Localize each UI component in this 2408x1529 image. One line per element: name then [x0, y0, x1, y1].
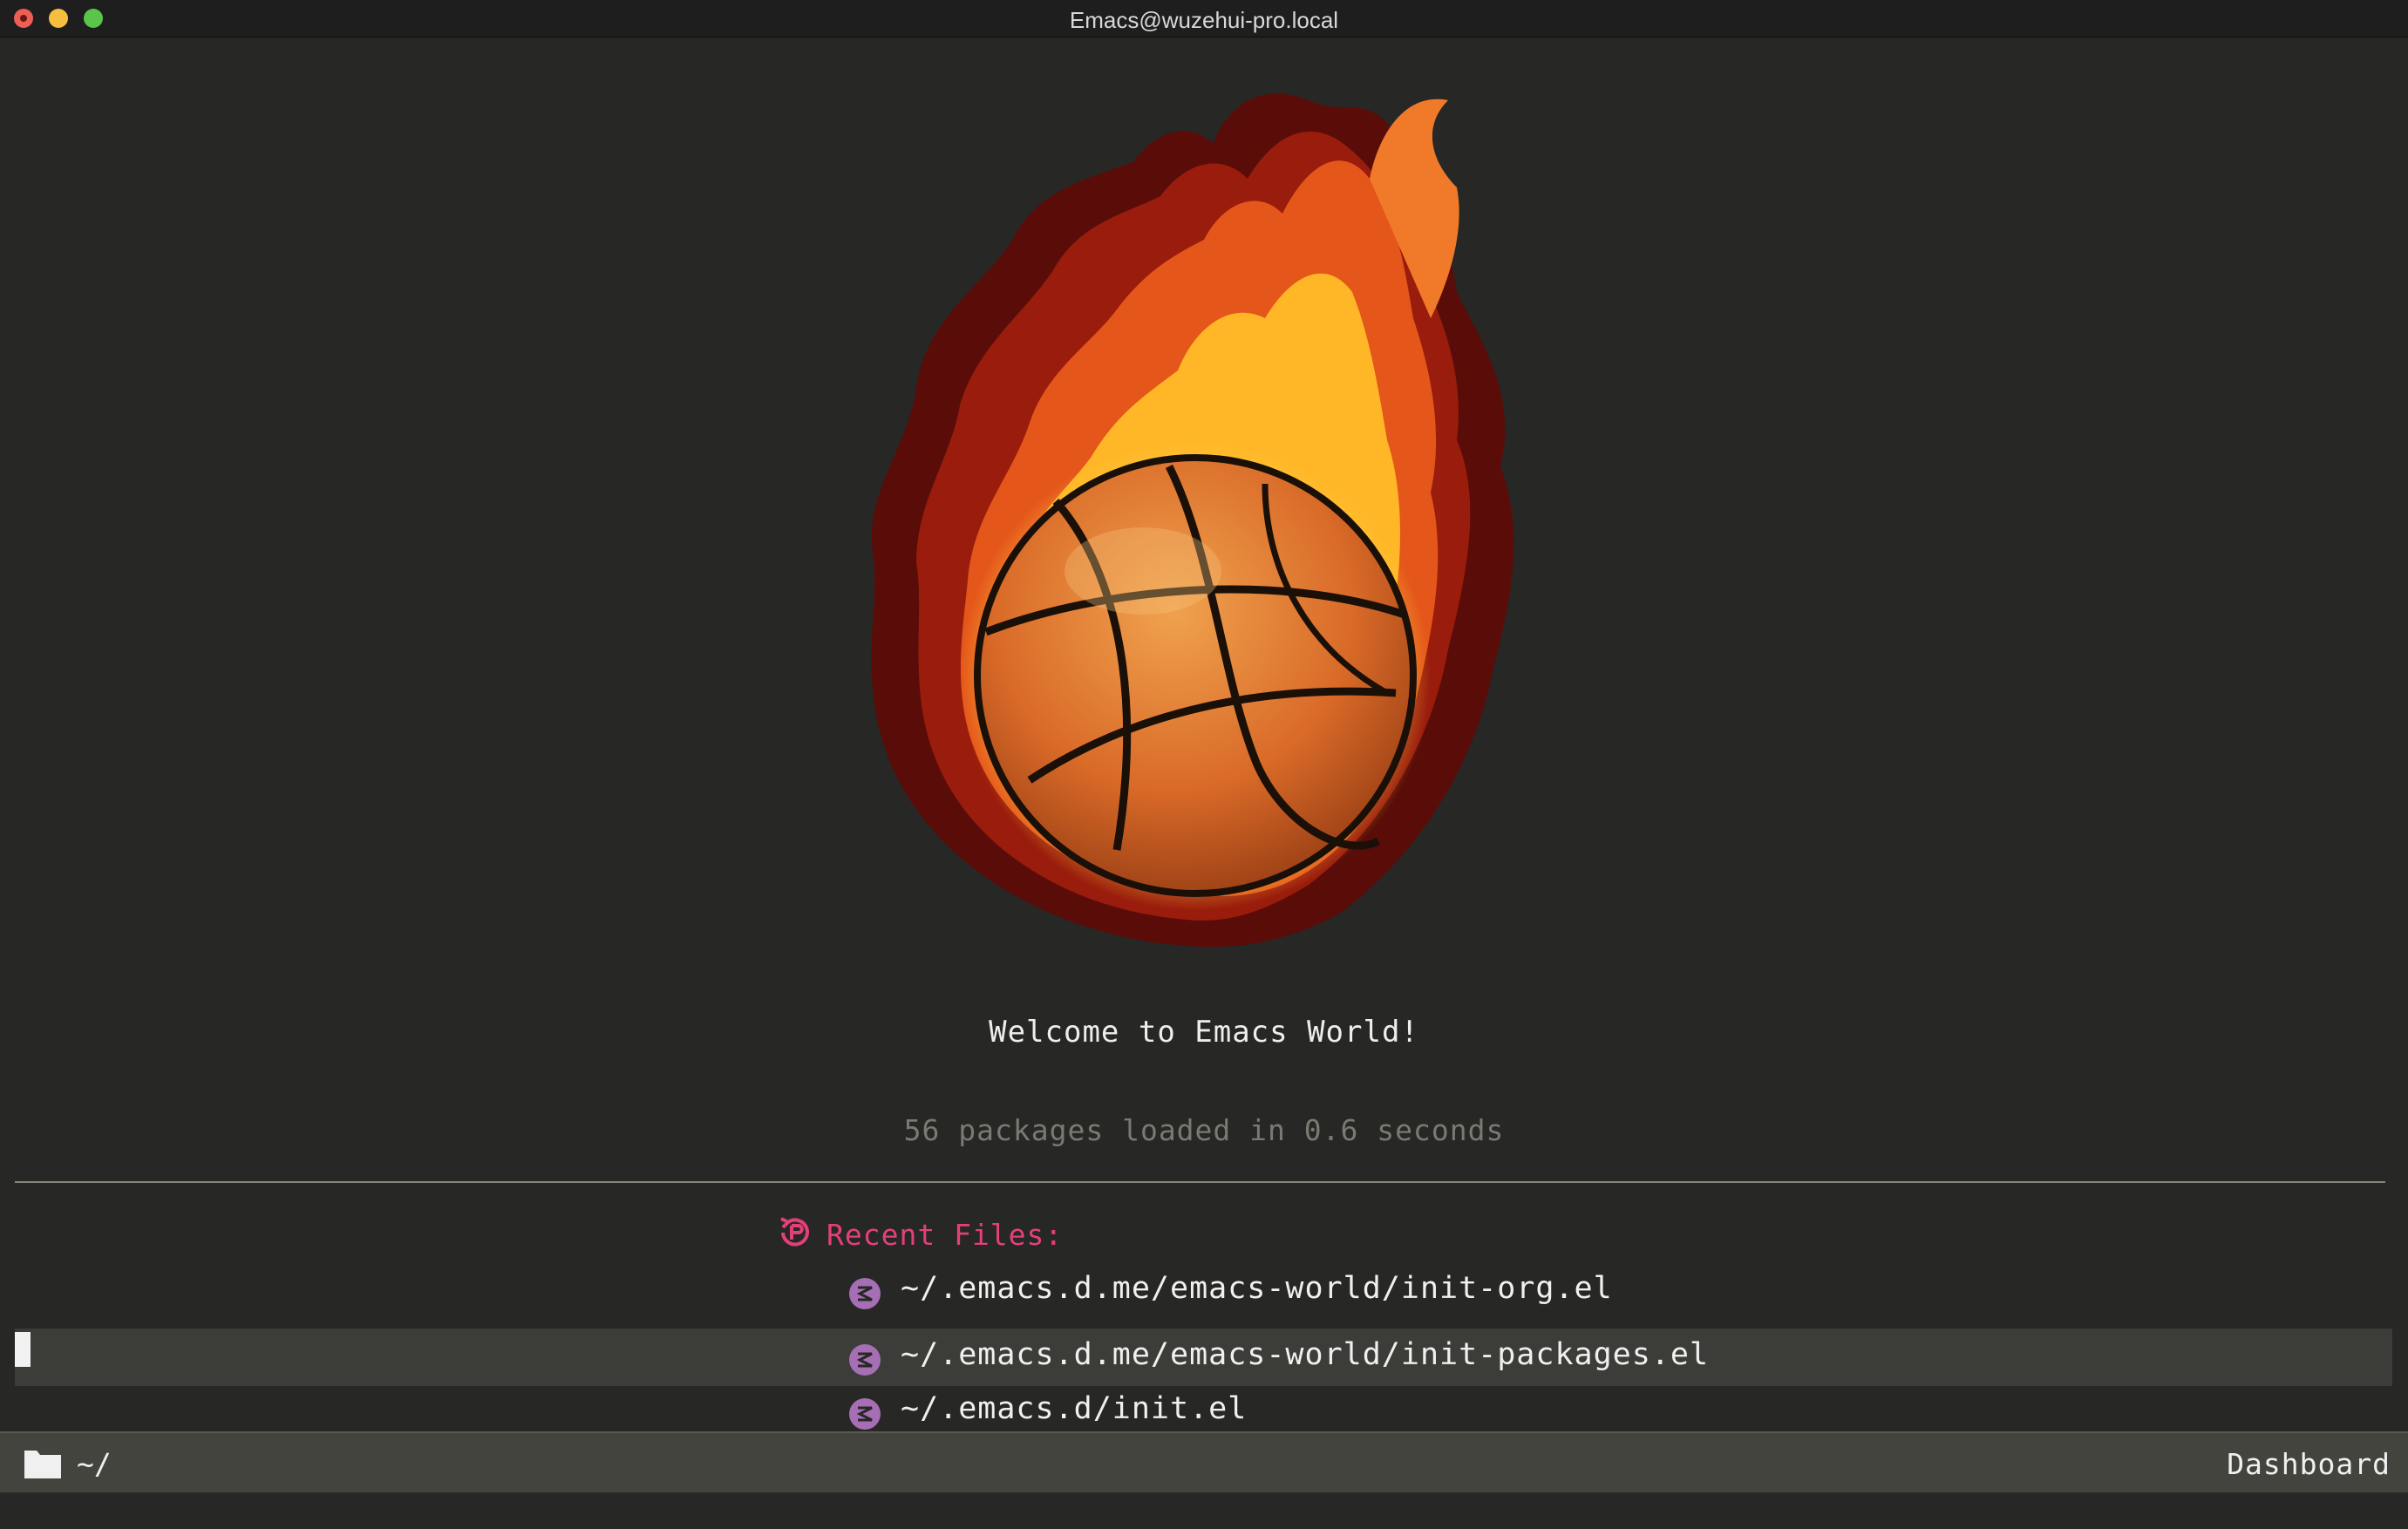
history-icon: [776, 1213, 814, 1255]
recent-file-path: ~/.emacs.d/init.el: [901, 1391, 1248, 1426]
recent-file-path: ~/.emacs.d.me/emacs-world/init-org.el: [901, 1271, 1613, 1306]
section-divider: [15, 1181, 2385, 1183]
emacs-icon: [848, 1277, 881, 1310]
window-title: Emacs@wuzehui-pro.local: [1069, 7, 1339, 33]
banner-image: [855, 83, 1535, 955]
welcome-message: Welcome to Emacs World!: [989, 1015, 1419, 1050]
recent-file-item[interactable]: ~/.emacs.d.me/emacs-world/init-packages.…: [15, 1329, 2392, 1386]
recent-file-path: ~/.emacs.d.me/emacs-world/init-packages.…: [901, 1337, 1710, 1372]
text-cursor: [15, 1332, 31, 1367]
minibuffer[interactable]: [0, 1492, 2408, 1529]
mode-line: ~/ Dashboard: [0, 1431, 2408, 1496]
modeline-major-mode: Dashboard: [2227, 1447, 2391, 1481]
title-bar: Emacs@wuzehui-pro.local: [0, 0, 2408, 37]
packages-load-info: 56 packages loaded in 0.6 seconds: [903, 1113, 1505, 1147]
folder-icon: [23, 1445, 63, 1484]
emacs-icon: [848, 1397, 881, 1430]
recent-files-heading[interactable]: Recent Files:: [776, 1213, 1063, 1255]
recent-file-item[interactable]: ~/.emacs.d/init.el: [15, 1383, 2392, 1431]
emacs-icon: [848, 1343, 881, 1376]
recent-file-item[interactable]: ~/.emacs.d.me/emacs-world/init-org.el: [15, 1262, 2392, 1320]
recent-files-label: Recent Files:: [826, 1217, 1064, 1252]
modeline-directory: ~/: [77, 1447, 112, 1481]
